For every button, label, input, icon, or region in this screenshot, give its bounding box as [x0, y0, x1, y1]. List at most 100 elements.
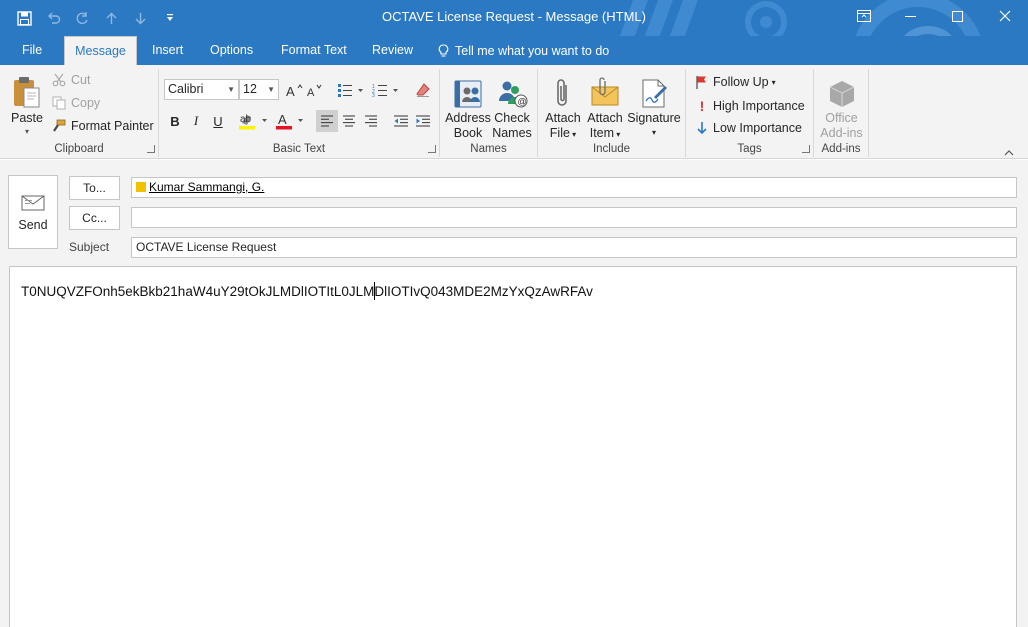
shrink-font-button[interactable]: A — [305, 79, 325, 101]
check-names-label-1: Check — [494, 111, 530, 125]
follow-up-dropdown-icon: ▾ — [771, 77, 776, 87]
cut-button[interactable]: Cut — [52, 73, 90, 87]
send-label: Send — [18, 218, 48, 232]
ribbon-display-options-icon[interactable] — [840, 0, 887, 32]
address-book-label-1: Address — [445, 111, 491, 125]
signature-icon — [626, 71, 682, 109]
addins-group: Office Add-ins Add-ins — [814, 69, 869, 157]
italic-button[interactable]: I — [186, 110, 206, 132]
svg-text:@: @ — [518, 97, 527, 107]
copy-button[interactable]: Copy — [52, 96, 100, 110]
address-book-button[interactable]: Address Book — [444, 71, 492, 141]
font-size-select[interactable]: 12 ▼ — [239, 79, 279, 100]
align-center-button[interactable] — [339, 110, 359, 132]
bold-icon: B — [170, 113, 180, 129]
message-body[interactable]: T0NUQVZFOnh5ekBkb21haW4uY29tOkJLMDlIOTIt… — [9, 266, 1017, 627]
include-group: Attach File ▾ Attach Item ▾ Signature ▾ … — [538, 69, 686, 157]
svg-text:A: A — [286, 84, 295, 97]
font-color-button[interactable]: A — [273, 110, 307, 132]
text-cursor — [374, 282, 375, 300]
office-addins-button[interactable]: Office Add-ins — [818, 71, 865, 141]
follow-up-label: Follow Up — [713, 75, 769, 89]
to-button[interactable]: To... — [69, 176, 120, 200]
bullets-button[interactable] — [336, 79, 366, 101]
signature-dropdown-icon[interactable]: ▾ — [626, 125, 682, 140]
svg-text:A: A — [278, 112, 287, 127]
cc-field[interactable] — [131, 207, 1017, 228]
align-left-button[interactable] — [316, 110, 338, 132]
office-addins-label-2: Add-ins — [820, 126, 863, 140]
tags-group: Follow Up ▾ ! High Importance Low Import… — [686, 69, 814, 157]
tab-file[interactable]: File — [12, 36, 52, 65]
format-painter-button[interactable]: Format Painter — [52, 119, 154, 133]
subject-field[interactable]: OCTAVE License Request — [131, 237, 1017, 258]
minimize-icon[interactable] — [887, 0, 934, 32]
address-book-label-2: Book — [453, 126, 483, 140]
low-importance-button[interactable]: Low Importance — [695, 121, 802, 135]
align-center-icon — [343, 115, 355, 127]
follow-up-button[interactable]: Follow Up ▾ — [695, 75, 776, 89]
copy-label: Copy — [71, 96, 101, 110]
signature-label: Signature — [627, 111, 681, 125]
to-recipient[interactable]: Kumar Sammangi, G. — [149, 180, 264, 194]
tags-dialog-launcher-icon[interactable] — [802, 145, 810, 153]
include-group-label: Include — [592, 143, 631, 155]
tell-me-label: Tell me what you want to do — [455, 43, 610, 58]
tab-format-text[interactable]: Format Text — [271, 36, 357, 65]
clipboard-dialog-launcher-icon[interactable] — [147, 145, 155, 153]
font-size-value: 12 — [243, 82, 257, 96]
paste-button[interactable]: Paste ▾ — [8, 71, 46, 139]
shrink-font-icon: A — [307, 84, 322, 97]
align-right-icon — [365, 115, 377, 127]
names-group-label: Names — [470, 143, 507, 155]
subject-label: Subject — [69, 240, 110, 254]
collapse-ribbon-icon[interactable] — [1004, 146, 1014, 156]
clear-formatting-button[interactable] — [413, 79, 433, 101]
basic-text-dialog-launcher-icon[interactable] — [428, 145, 436, 153]
addins-group-label: Add-ins — [821, 143, 861, 155]
signature-button[interactable]: Signature ▾ — [626, 71, 682, 140]
attach-item-button[interactable]: Attach Item ▾ — [584, 71, 626, 142]
send-icon — [9, 194, 57, 212]
svg-text:A: A — [307, 87, 315, 97]
format-painter-icon — [53, 119, 66, 132]
ribbon: Paste ▾ Cut Copy Format Painter Clipboar… — [0, 65, 1028, 159]
tab-message[interactable]: Message — [64, 36, 137, 65]
close-icon[interactable] — [981, 0, 1028, 32]
message-body-text: T0NUQVZFOnh5ekBkb21haW4uY29tOkJLMDlIOTIt… — [21, 284, 593, 299]
check-names-button[interactable]: @ Check Names — [490, 71, 534, 141]
cc-button[interactable]: Cc... — [69, 206, 120, 230]
tab-review[interactable]: Review — [362, 36, 423, 65]
tell-me-box[interactable]: Tell me what you want to do — [428, 36, 619, 65]
decrease-indent-icon — [394, 115, 408, 127]
check-names-label-2: Names — [492, 126, 532, 140]
grow-font-icon: A — [286, 84, 303, 97]
tab-insert[interactable]: Insert — [142, 36, 193, 65]
svg-text:ab: ab — [240, 114, 252, 125]
numbering-button[interactable]: 123 — [371, 79, 401, 101]
compose-area: Send To... Kumar Sammangi, G. Cc... Subj… — [0, 160, 1028, 627]
send-button[interactable]: Send — [8, 175, 58, 249]
eraser-icon — [416, 83, 430, 97]
tab-options[interactable]: Options — [200, 36, 263, 65]
decrease-indent-button[interactable] — [391, 110, 411, 132]
highlight-button[interactable]: ab — [237, 110, 271, 132]
paste-dropdown-icon[interactable]: ▾ — [8, 124, 46, 139]
numbering-icon: 123 — [372, 84, 398, 97]
maximize-icon[interactable] — [934, 0, 981, 32]
high-importance-icon: ! — [699, 98, 705, 114]
tags-group-label: Tags — [737, 143, 762, 155]
align-left-icon — [321, 115, 333, 127]
attach-file-button[interactable]: Attach File ▾ — [542, 71, 584, 142]
to-field[interactable]: Kumar Sammangi, G. — [131, 177, 1017, 198]
underline-button[interactable]: U — [208, 110, 228, 132]
increase-indent-button[interactable] — [413, 110, 433, 132]
scissors-icon — [52, 73, 66, 87]
grow-font-button[interactable]: A — [285, 79, 305, 101]
font-name-select[interactable]: Calibri ▼ — [164, 79, 239, 100]
high-importance-label: High Importance — [713, 99, 805, 113]
high-importance-button[interactable]: ! High Importance — [695, 98, 805, 114]
office-addins-label-1: Office — [825, 111, 858, 125]
bold-button[interactable]: B — [165, 110, 185, 132]
align-right-button[interactable] — [361, 110, 381, 132]
